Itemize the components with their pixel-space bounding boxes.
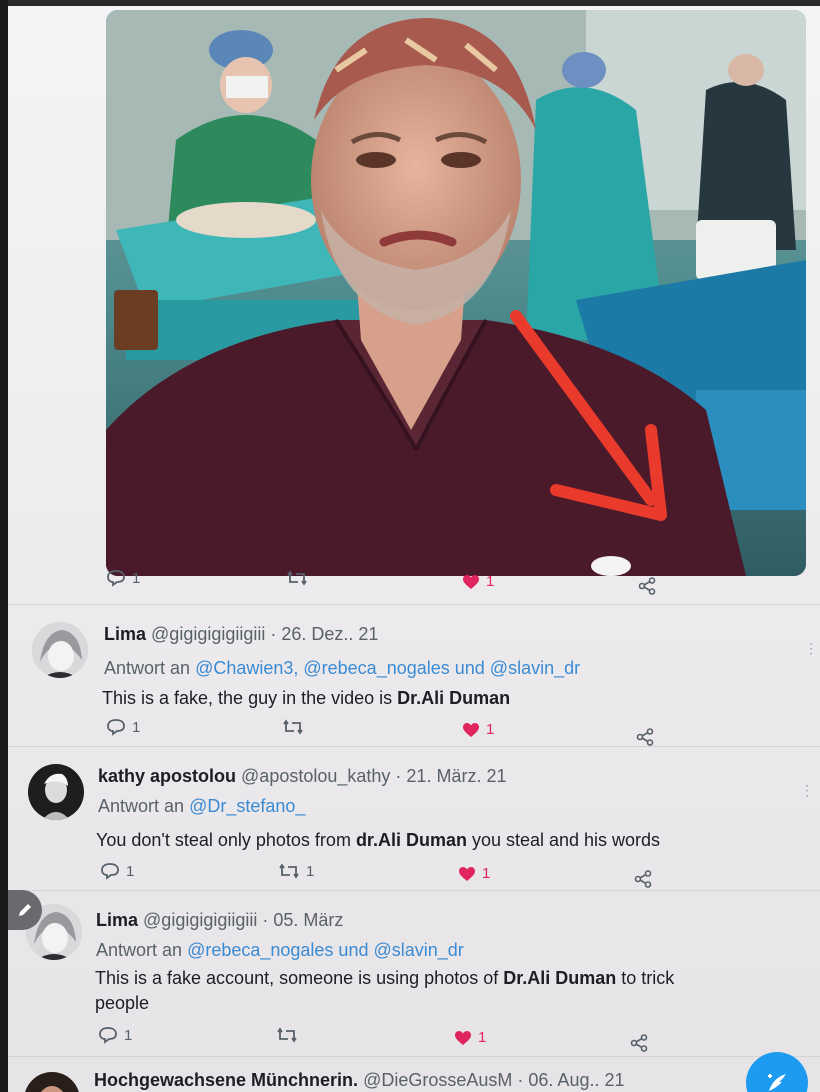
tweet-actions: 1 1 (106, 718, 806, 746)
avatar[interactable] (32, 622, 88, 678)
reply-button[interactable]: 1 (98, 1026, 132, 1044)
tweet-text-bold: dr.Ali Duman (355, 830, 467, 850)
author-name[interactable]: kathy apostolou (98, 766, 236, 786)
tweet-date[interactable]: · 06. Aug.. 21 (517, 1070, 624, 1090)
tweet-text-bold: Dr.Ali Duman (503, 968, 617, 988)
tweet-text-part: you steal and his words (466, 830, 661, 850)
edit-icon (19, 904, 31, 916)
reply-button[interactable]: 1 (106, 569, 140, 587)
author-name[interactable]: Lima (104, 624, 146, 644)
reply-tweet[interactable]: Hochgewachsene Münchnerin. @DieGrosseAus… (8, 1056, 820, 1092)
tweet-date[interactable]: · 05. März (262, 910, 343, 930)
like-button[interactable]: 1 (462, 721, 494, 738)
author-handle[interactable]: @gigigigigiigiii (143, 910, 257, 930)
author-handle[interactable]: @gigigigigiigiii (151, 624, 265, 644)
twitter-screen: 1 1 Lima @gigigigigiigiii · 26. Dez.. 21… (8, 6, 820, 1092)
share-button[interactable] (630, 1034, 648, 1052)
share-button[interactable] (638, 577, 656, 595)
tweet-text-bold: Dr.Ali Duman (397, 688, 511, 708)
heart-icon (459, 866, 475, 881)
tweet-text: This is a fake account, someone is using… (95, 966, 674, 1016)
tweet-text-part: to trick (616, 968, 675, 988)
share-icon (630, 1034, 648, 1052)
heart-icon (463, 722, 479, 737)
like-button[interactable]: 1 (458, 865, 490, 882)
share-icon (638, 577, 656, 595)
reply-button[interactable]: 1 (100, 862, 134, 880)
reply-count: 1 (132, 569, 141, 587)
reply-mentions[interactable]: @Dr_stefano_ (189, 796, 305, 816)
reply-mentions[interactable]: @Chawien3, @rebeca_nogales und @slavin_d… (195, 658, 580, 678)
share-button[interactable] (634, 870, 652, 888)
reply-mentions[interactable]: @rebeca_nogales und @slavin_dr (187, 940, 464, 960)
tweet-text: You don't steal only photos from dr.Ali … (96, 830, 660, 851)
like-count: 1 (482, 865, 491, 882)
share-button[interactable] (636, 728, 654, 746)
reply-icon (101, 863, 119, 880)
tweet-text-part: This is a fake, the guy in the video is (102, 688, 398, 708)
reply-icon (107, 570, 125, 587)
reply-tweet[interactable]: Lima @gigigigigiigiii · 05. März Antwort… (8, 890, 820, 1054)
author-name[interactable]: Hochgewachsene Münchnerin. (94, 1070, 358, 1090)
reply-tweet[interactable]: Lima @gigigigigiigiii · 26. Dez.. 21 ⋮ A… (8, 604, 820, 746)
more-icon[interactable]: ⋮ (804, 640, 818, 657)
retweet-icon (283, 719, 303, 735)
reply-prefix: Antwort an (104, 658, 191, 678)
retweet-button[interactable]: 1 (278, 862, 314, 880)
reply-count: 1 (126, 862, 135, 880)
reply-prefix: Antwort an (98, 796, 185, 816)
tweet-photo[interactable] (106, 10, 806, 576)
like-count: 1 (486, 573, 495, 590)
author-handle[interactable]: @DieGrosseAusM (363, 1070, 512, 1090)
share-icon (636, 728, 654, 746)
retweet-count: 1 (306, 862, 315, 880)
tweet-actions: 1 1 1 (100, 862, 800, 888)
author-name[interactable]: Lima (96, 910, 138, 930)
tweet-date[interactable]: · 26. Dez.. 21 (270, 624, 378, 644)
heart-icon (455, 1030, 471, 1045)
heart-icon (463, 574, 479, 589)
retweet-icon (277, 1027, 297, 1043)
share-icon (634, 870, 652, 888)
tweet-text-part: You don't steal only photos from (96, 830, 356, 850)
retweet-button[interactable] (282, 718, 304, 736)
tweet-date[interactable]: · 21. März. 21 (395, 766, 506, 786)
reply-icon (107, 719, 125, 736)
like-count: 1 (486, 721, 495, 738)
tweet-actions: 1 1 (98, 1026, 798, 1052)
retweet-icon (287, 570, 307, 586)
reply-prefix: Antwort an (96, 940, 183, 960)
retweet-button[interactable] (276, 1026, 298, 1044)
compose-icon (768, 1074, 786, 1091)
like-button[interactable]: 1 (454, 1029, 486, 1046)
tweet-text-part: This is a fake account, someone is using… (95, 968, 504, 988)
reply-count: 1 (124, 1026, 133, 1044)
more-icon[interactable]: ⋮ (800, 782, 814, 799)
like-count: 1 (478, 1029, 487, 1046)
reply-count: 1 (132, 718, 141, 736)
reply-icon (99, 1027, 117, 1044)
reply-button[interactable]: 1 (106, 718, 140, 736)
photo-tweet-actions: 1 1 (106, 569, 806, 595)
tweet-text-line2: people (95, 993, 150, 1013)
avatar[interactable] (24, 1072, 80, 1092)
author-handle[interactable]: @apostolou_kathy (241, 766, 390, 786)
screen-bezel (0, 0, 8, 1092)
like-button[interactable]: 1 (462, 573, 494, 590)
retweet-button[interactable] (286, 569, 308, 587)
retweet-icon (279, 863, 299, 879)
tweet-text: This is a fake, the guy in the video is … (102, 688, 510, 709)
reply-tweet[interactable]: kathy apostolou @apostolou_kathy · 21. M… (8, 746, 820, 888)
avatar[interactable] (28, 764, 84, 820)
